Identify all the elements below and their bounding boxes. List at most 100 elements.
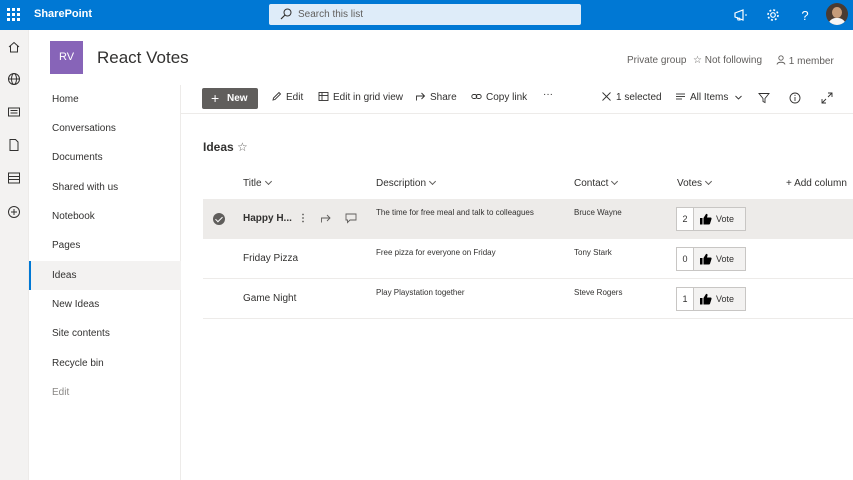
privacy-label: Private group [627,55,687,66]
follow-button[interactable]: ☆ Not following [693,55,762,66]
column-header-votes[interactable]: Votes [677,177,713,189]
view-label: All Items [690,92,729,103]
vote-control: 0 Vote [676,247,746,271]
suite-brand[interactable]: SharePoint [34,8,92,20]
expand-icon[interactable] [821,92,833,104]
row-description: The time for free meal and talk to colle… [376,208,534,217]
follow-label: Not following [704,55,763,66]
view-list-icon [676,93,685,100]
row-title[interactable]: Friday Pizza [243,253,298,264]
nav-item-conversations[interactable]: Conversations [29,114,181,143]
new-button[interactable]: + New [202,88,258,109]
view-selector[interactable]: All Items [675,91,743,103]
members-label: 1 member [788,56,834,67]
globe-icon[interactable] [7,72,21,86]
nav-item-ideas[interactable]: Ideas [29,261,181,290]
table-row[interactable]: Game Night Play Playstation together Ste… [203,279,853,319]
column-header-title[interactable]: Title [243,177,272,189]
row-title[interactable]: Happy H... [243,213,292,224]
vote-label: Vote [716,214,735,224]
column-header-description[interactable]: Description [376,177,437,189]
nav-item-recycle-bin[interactable]: Recycle bin [29,349,181,378]
row-contact[interactable]: Steve Rogers [574,288,622,297]
news-icon[interactable] [7,105,21,119]
plus-icon: + [211,90,220,106]
vote-count: 2 [677,208,694,230]
vote-button[interactable]: Vote [694,248,745,270]
megaphone-icon[interactable] [733,7,749,23]
clear-selection-button[interactable]: 1 selected [601,91,662,103]
create-icon[interactable] [7,205,21,219]
gear-icon[interactable] [765,7,781,23]
thumbs-up-icon [700,293,712,305]
more-vertical-icon[interactable] [297,212,309,224]
pencil-icon [272,91,282,101]
file-icon[interactable] [7,138,21,152]
thumbs-up-icon [700,253,712,265]
info-icon[interactable] [789,92,801,104]
grid-icon [318,92,329,101]
filter-icon[interactable] [758,92,770,104]
search-box[interactable]: Search this list [269,4,581,25]
site-title[interactable]: React Votes [97,48,189,68]
comment-icon[interactable] [345,212,357,224]
vote-button[interactable]: Vote [694,288,745,310]
vote-control: 2 Vote [676,207,746,231]
row-description: Free pizza for everyone on Friday [376,248,496,257]
row-contact[interactable]: Bruce Wayne [574,208,622,217]
copy-link-button[interactable]: Copy link [471,91,527,103]
copy-link-label: Copy link [486,92,528,103]
site-logo[interactable]: RV [50,41,83,74]
members-button[interactable]: 1 member [776,55,834,67]
suite-bar: SharePoint Search this list ? [0,0,853,30]
chevron-down-icon [428,177,437,186]
share-button[interactable]: Share [415,91,457,103]
column-header-contact[interactable]: Contact [574,177,619,189]
list-icon[interactable] [7,171,21,185]
vote-count: 0 [677,248,694,270]
vote-control: 1 Vote [676,287,746,311]
edit-label: Edit [286,92,304,103]
nav-item-documents[interactable]: Documents [29,143,181,172]
favorite-star-icon[interactable]: ☆ [237,140,248,154]
search-placeholder: Search this list [298,9,364,20]
svg-text:?: ? [801,8,808,23]
nav-item-notebook[interactable]: Notebook [29,202,181,231]
edit-grid-button[interactable]: Edit in grid view [318,91,403,103]
person-icon [776,55,786,65]
row-contact[interactable]: Tony Stark [574,248,612,257]
chevron-down-icon [704,177,713,186]
chevron-down-icon [611,177,619,186]
nav-item-site-contents[interactable]: Site contents [29,319,181,348]
add-column-label: Add column [794,178,847,189]
column-contact-label: Contact [574,178,609,189]
nav-item-new-ideas[interactable]: New Ideas [29,290,181,319]
table-row[interactable]: Friday Pizza Free pizza for everyone on … [203,239,853,279]
vote-button[interactable]: Vote [694,208,745,230]
selected-count-label: 1 selected [616,92,662,103]
more-actions-button[interactable]: ··· [543,89,553,100]
nav-edit-link[interactable]: Edit [29,378,181,407]
new-label: New [227,93,248,104]
app-launcher-icon[interactable] [7,8,20,21]
add-column-button[interactable]: + Add column [786,178,847,189]
help-icon[interactable]: ? [797,7,813,23]
row-title[interactable]: Game Night [243,293,296,304]
nav-item-pages[interactable]: Pages [29,231,181,260]
column-title-label: Title [243,178,262,189]
vote-count: 1 [677,288,694,310]
avatar[interactable] [826,3,848,25]
edit-button[interactable]: Edit [271,91,303,103]
left-nav: Home Conversations Documents Shared with… [29,85,181,480]
star-icon: ☆ [693,55,702,66]
home-icon[interactable] [7,40,21,54]
app-bar [0,30,29,480]
nav-item-shared-with-us[interactable]: Shared with us [29,173,181,202]
row-description: Play Playstation together [376,288,465,297]
share-icon[interactable] [320,212,332,224]
table-row[interactable]: Happy H... The time for free meal and ta… [203,199,853,239]
chevron-down-icon [735,95,742,100]
row-checkmark-icon[interactable] [213,213,225,225]
nav-item-home[interactable]: Home [29,85,181,114]
link-icon [471,94,482,99]
